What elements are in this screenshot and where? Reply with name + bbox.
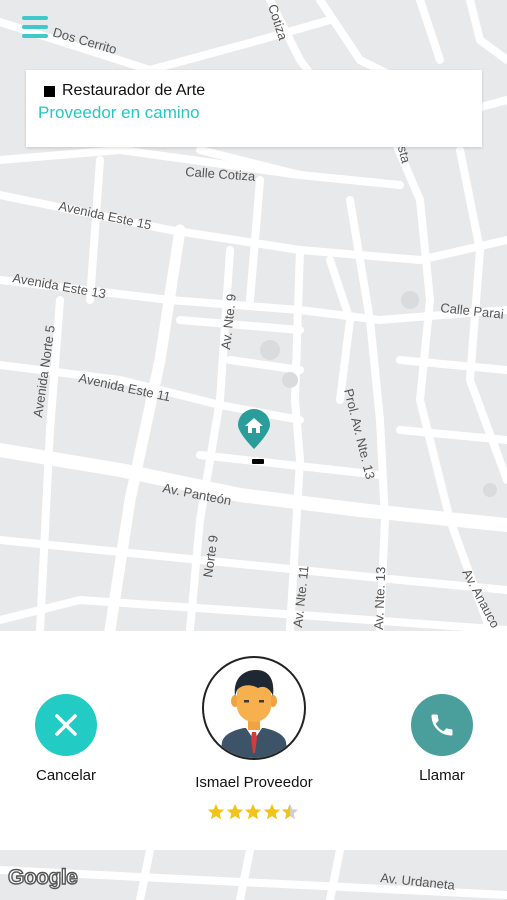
star-icon [263, 803, 280, 820]
home-pin-icon[interactable] [236, 408, 272, 455]
provider-panel: Cancelar Ismael Proveedor Llamar [0, 631, 507, 850]
service-title: Restaurador de Arte [44, 82, 205, 100]
phone-icon [431, 714, 453, 736]
close-icon [55, 714, 77, 736]
star-icon [244, 803, 262, 820]
star-icon [226, 803, 243, 820]
service-name: Restaurador de Arte [62, 82, 206, 99]
provider-rating [207, 803, 300, 821]
provider-location-marker [252, 459, 264, 464]
call-button[interactable] [411, 694, 473, 756]
cancel-button[interactable] [35, 694, 97, 756]
star-icon [207, 803, 225, 820]
cancel-label: Cancelar [35, 767, 97, 784]
call-label: Llamar [419, 767, 465, 784]
half-star-icon [281, 803, 299, 820]
menu-icon[interactable] [22, 16, 48, 40]
square-bullet-icon [44, 85, 55, 97]
provider-name: Ismael Proveedor [195, 774, 313, 791]
google-logo: Google [7, 865, 78, 889]
trip-status: Proveedor en camino [38, 103, 200, 122]
trip-info-card: Restaurador de Arte Proveedor en camino [26, 70, 482, 147]
provider-avatar [202, 656, 306, 760]
street-label: Av. Nte. 13 [371, 567, 388, 631]
